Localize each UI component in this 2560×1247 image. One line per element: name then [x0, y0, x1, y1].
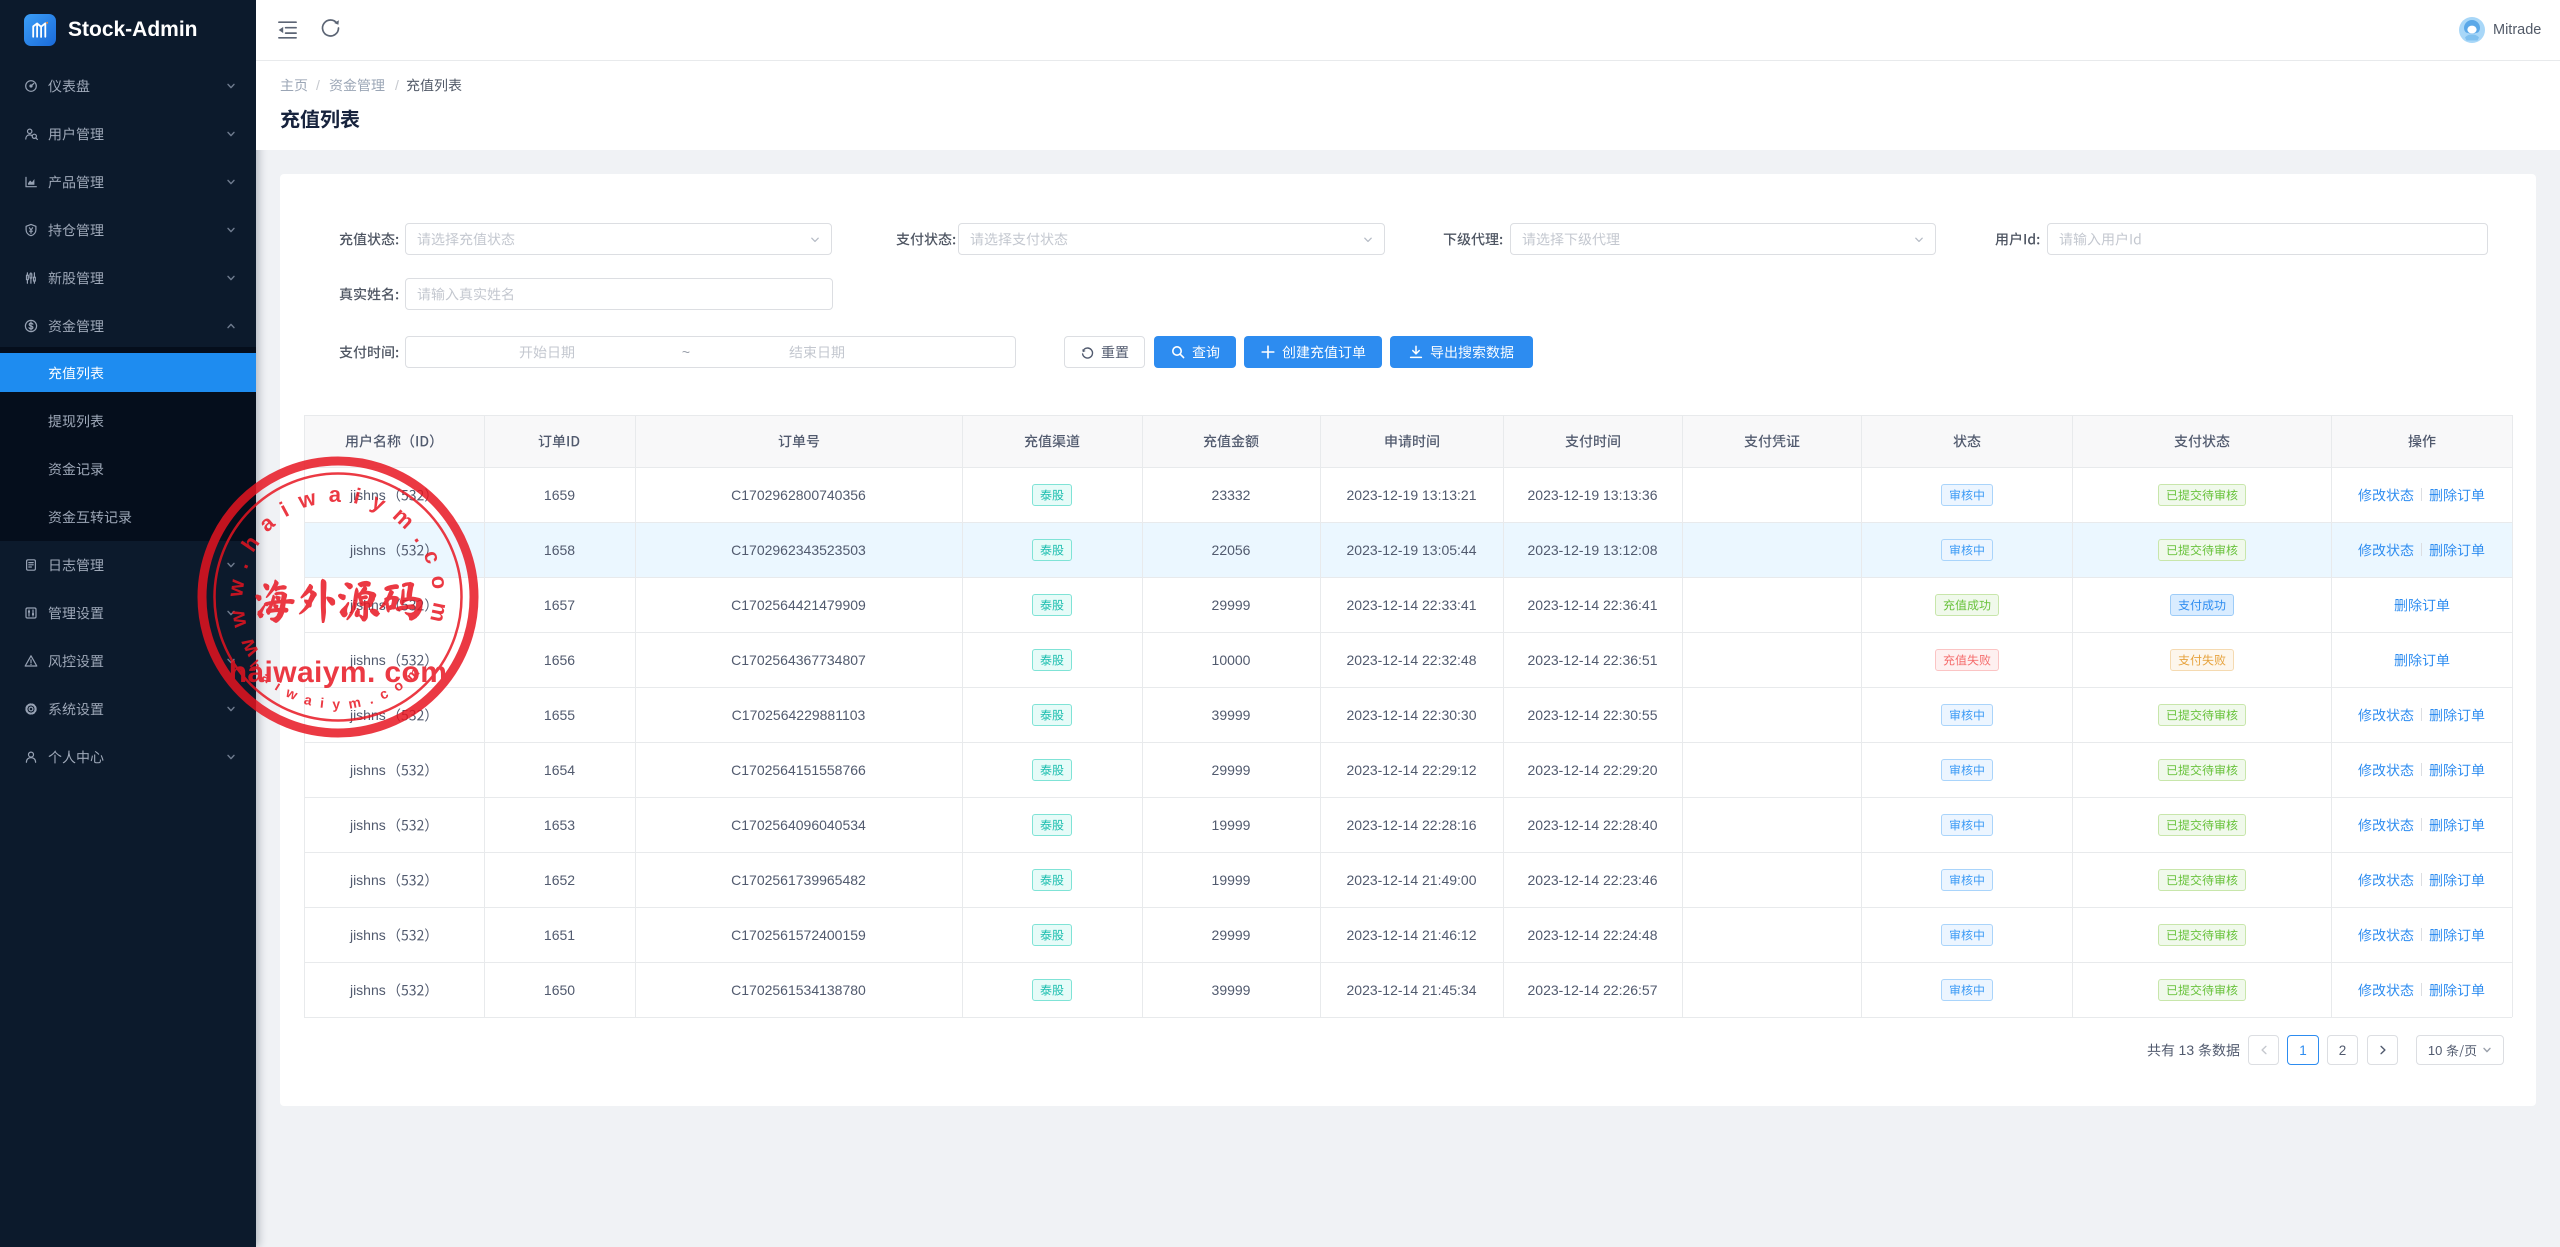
svg-text:www.haiwaiym.com: www.haiwaiym.com [222, 482, 454, 662]
svg-text:haiwaiym. com: haiwaiym. com [229, 656, 448, 689]
